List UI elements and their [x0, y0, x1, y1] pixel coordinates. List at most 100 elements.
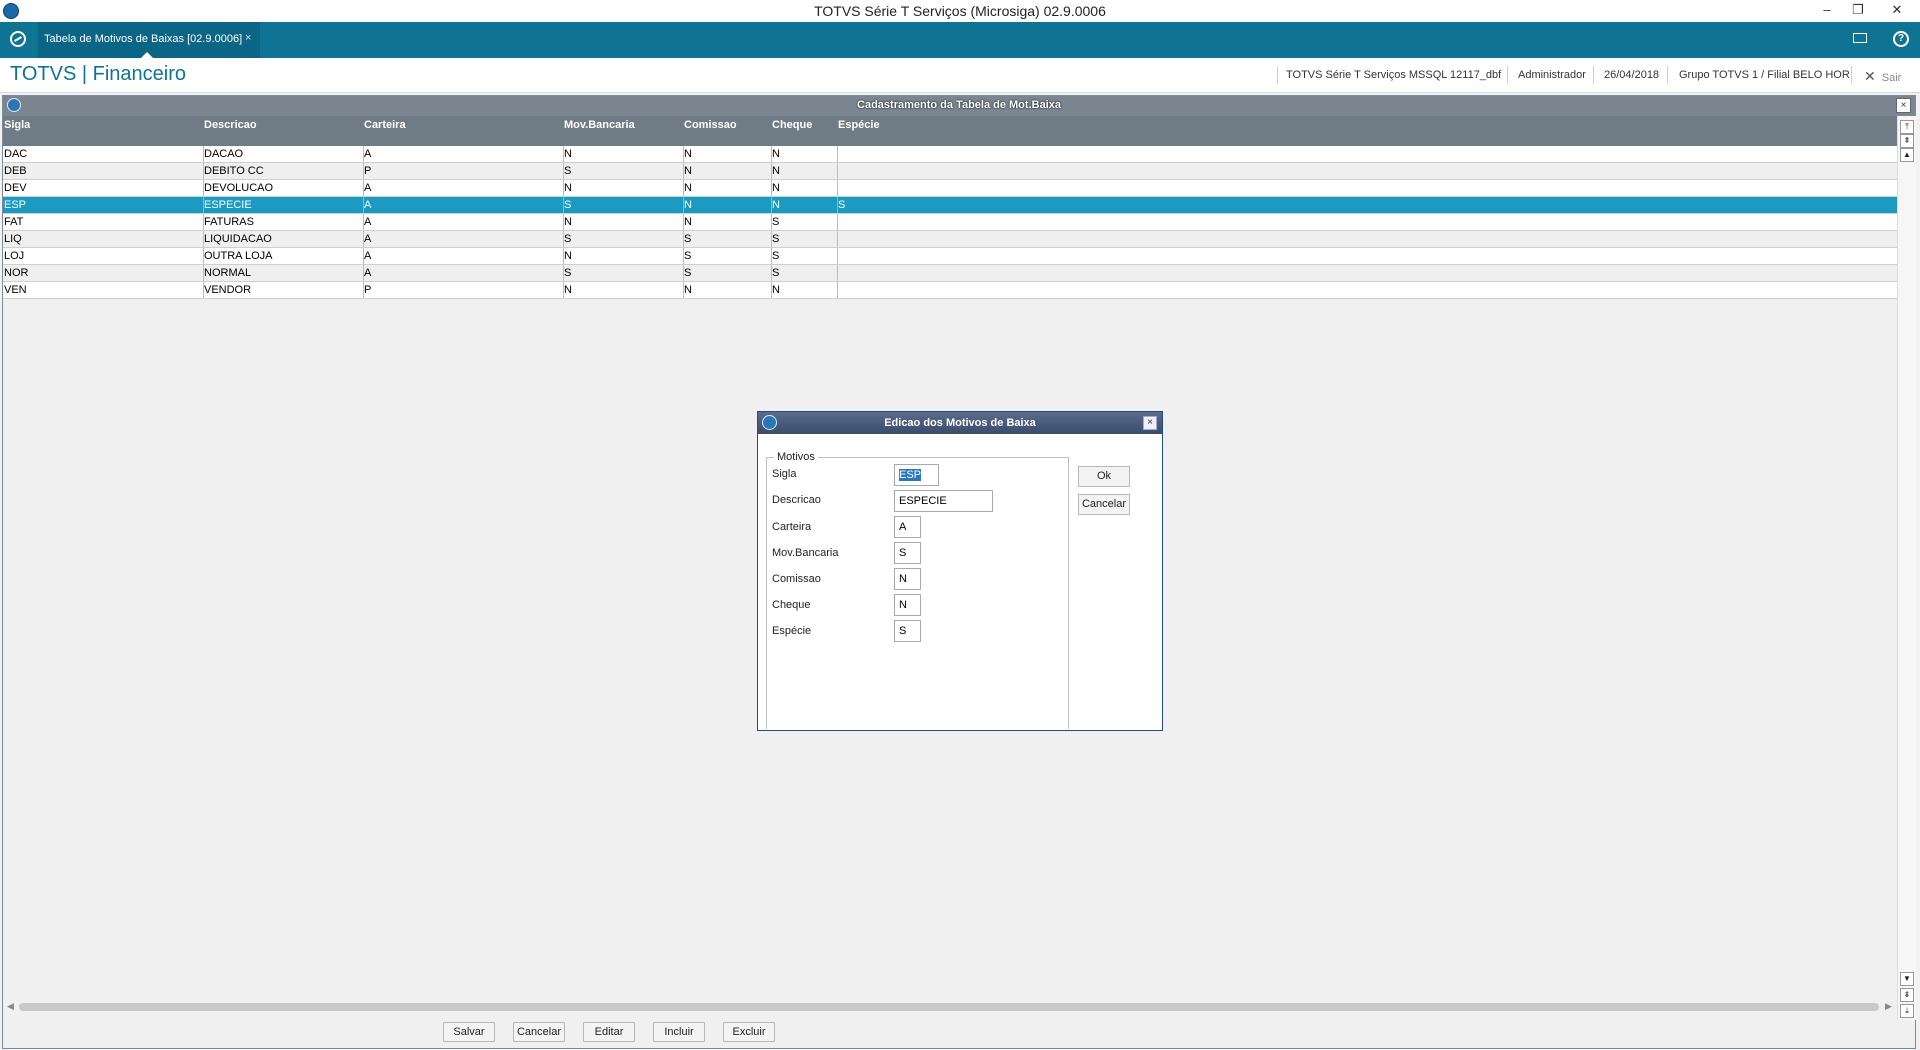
scroll-up-button[interactable]: ▲: [1900, 148, 1914, 162]
column-header-cheque[interactable]: Cheque: [772, 119, 812, 131]
table-row[interactable]: LOJ OUTRA LOJA A N S S: [3, 248, 1897, 265]
cell-carteira: A: [364, 216, 372, 228]
column-header-sigla[interactable]: Sigla: [4, 119, 30, 131]
scroll-down-button[interactable]: ▼: [1900, 972, 1914, 986]
especie-field[interactable]: S: [894, 620, 921, 642]
cell-carteira: A: [364, 199, 372, 211]
cell-mov-bancaria: S: [564, 233, 572, 245]
cell-descricao: LIQUIDACAO: [204, 233, 272, 245]
table-row[interactable]: DEB DEBITO CC P S N N: [3, 163, 1897, 180]
horizontal-scroll-thumb[interactable]: [19, 1003, 1879, 1011]
scroll-bottom-button[interactable]: ⤓: [1900, 1004, 1914, 1018]
cell-cheque: N: [772, 182, 780, 194]
cell-sigla: VEN: [4, 284, 27, 296]
dialog-ok-button[interactable]: Ok: [1078, 466, 1130, 487]
minimize-button[interactable]: –: [1812, 0, 1842, 22]
horizontal-scrollbar[interactable]: ◀ ▶: [5, 999, 1895, 1013]
column-header-comissao[interactable]: Comissao: [684, 119, 737, 131]
cell-descricao: OUTRA LOJA: [204, 250, 273, 262]
dialog-close-button[interactable]: ×: [1143, 416, 1157, 430]
scroll-left-button[interactable]: ◀: [7, 1001, 14, 1012]
cell-descricao: NORMAL: [204, 267, 252, 279]
tab-label: Tabela de Motivos de Baixas [02.9.0006]: [44, 33, 243, 45]
cancel-button[interactable]: Cancelar: [513, 1022, 565, 1042]
table-row[interactable]: VEN VENDOR P N N N: [3, 282, 1897, 299]
main-window-close-button[interactable]: ×: [1896, 98, 1911, 113]
table-row[interactable]: FAT FATURAS A N N S: [3, 214, 1897, 231]
comissao-field[interactable]: N: [894, 568, 921, 590]
include-button[interactable]: Incluir: [653, 1022, 705, 1042]
cell-sigla: DEB: [4, 165, 27, 177]
cell-sigla: FAT: [4, 216, 24, 228]
table-row[interactable]: DAC DACAO A N N N: [3, 146, 1897, 163]
especie-label: Espécie: [772, 625, 812, 637]
column-header-mov-bancaria[interactable]: Mov.Bancaria: [564, 119, 635, 131]
cell-comissao: N: [684, 284, 692, 296]
scroll-top-button[interactable]: ⤒: [1900, 120, 1914, 134]
exit-label: Sair: [1881, 72, 1902, 84]
app-header: TOTVS | Financeiro TOTVS Série T Serviço…: [0, 58, 1920, 93]
user-label: Administrador: [1518, 69, 1586, 81]
save-button[interactable]: Salvar: [443, 1022, 495, 1042]
scroll-page-up-button[interactable]: ⇞: [1900, 134, 1914, 148]
descricao-field[interactable]: ESPECIE: [894, 490, 993, 512]
cell-mov-bancaria: N: [564, 284, 572, 296]
delete-button[interactable]: Excluir: [723, 1022, 775, 1042]
column-header-especie[interactable]: Espécie: [838, 119, 880, 131]
column-divider: [837, 282, 838, 298]
cell-comissao: N: [684, 165, 692, 177]
cell-descricao: DEVOLUCAO: [204, 182, 274, 194]
dialog-title: Edicao dos Motivos de Baixa: [884, 417, 1036, 429]
help-icon[interactable]: ?: [1893, 31, 1909, 47]
cell-comissao: N: [684, 199, 692, 211]
restore-button[interactable]: ❐: [1843, 0, 1873, 22]
table-row[interactable]: DEV DEVOLUCAO A N N N: [3, 180, 1897, 197]
column-divider: [837, 265, 838, 281]
cell-sigla: LIQ: [4, 233, 22, 245]
cell-sigla: NOR: [4, 267, 29, 279]
table-row[interactable]: LIQ LIQUIDACAO A S S S: [3, 231, 1897, 248]
scroll-page-down-button[interactable]: ⇟: [1900, 988, 1914, 1002]
cell-carteira: A: [364, 233, 372, 245]
tab-motivos-baixas[interactable]: Tabela de Motivos de Baixas [02.9.0006] …: [38, 22, 260, 58]
cell-comissao: S: [684, 250, 692, 262]
descricao-label: Descricao: [772, 494, 821, 506]
window-title: TOTVS Série T Serviços (Microsiga) 02.9.…: [814, 3, 1106, 19]
mail-icon[interactable]: [1853, 33, 1867, 43]
cell-cheque: S: [772, 233, 780, 245]
cell-mov-bancaria: S: [564, 267, 572, 279]
exit-button[interactable]: ✕ Sair: [1864, 68, 1901, 85]
cell-comissao: N: [684, 148, 692, 160]
close-window-button[interactable]: ✕: [1882, 0, 1912, 22]
sigla-label: Sigla: [772, 468, 797, 480]
column-header-carteira[interactable]: Carteira: [364, 119, 406, 131]
date-label: 26/04/2018: [1604, 69, 1660, 81]
vertical-scrollbar[interactable]: ⤒ ⇞ ▲ ▼ ⇟ ⤓: [1897, 116, 1916, 1020]
cheque-field[interactable]: N: [894, 594, 921, 616]
cell-carteira: A: [364, 182, 372, 194]
dialog-cancel-button[interactable]: Cancelar: [1078, 494, 1130, 515]
main-window-title-bar: Cadastramento da Tabela de Mot.Baixa ×: [3, 96, 1915, 116]
dialog-title-bar: Edicao dos Motivos de Baixa ×: [758, 412, 1162, 434]
tab-bar: Tabela de Motivos de Baixas [02.9.0006] …: [0, 22, 1920, 58]
cell-sigla: LOJ: [4, 250, 25, 262]
cell-carteira: P: [364, 165, 372, 177]
table-row[interactable]: ESP ESPECIE A S N N S: [3, 197, 1897, 214]
home-icon[interactable]: [10, 31, 26, 47]
edit-button[interactable]: Editar: [583, 1022, 635, 1042]
sigla-field[interactable]: ESP: [894, 464, 939, 486]
column-divider: [837, 214, 838, 230]
cell-descricao: VENDOR: [204, 284, 252, 296]
tab-close-icon[interactable]: ×: [245, 32, 251, 44]
carteira-field[interactable]: A: [894, 516, 921, 538]
column-header-descricao[interactable]: Descricao: [204, 119, 257, 131]
environment-label: TOTVS Série T Serviços MSSQL 12117_dbf: [1286, 69, 1502, 81]
cell-cheque: S: [772, 250, 780, 262]
grid-header: Sigla Descricao Carteira Mov.Bancaria Co…: [3, 116, 1897, 146]
scroll-right-button[interactable]: ▶: [1885, 1001, 1892, 1012]
cell-mov-bancaria: S: [564, 165, 572, 177]
cell-mov-bancaria: N: [564, 250, 572, 262]
table-row[interactable]: NOR NORMAL A S S S: [3, 265, 1897, 282]
cell-cheque: S: [772, 267, 780, 279]
mov-bancaria-field[interactable]: S: [894, 542, 921, 564]
